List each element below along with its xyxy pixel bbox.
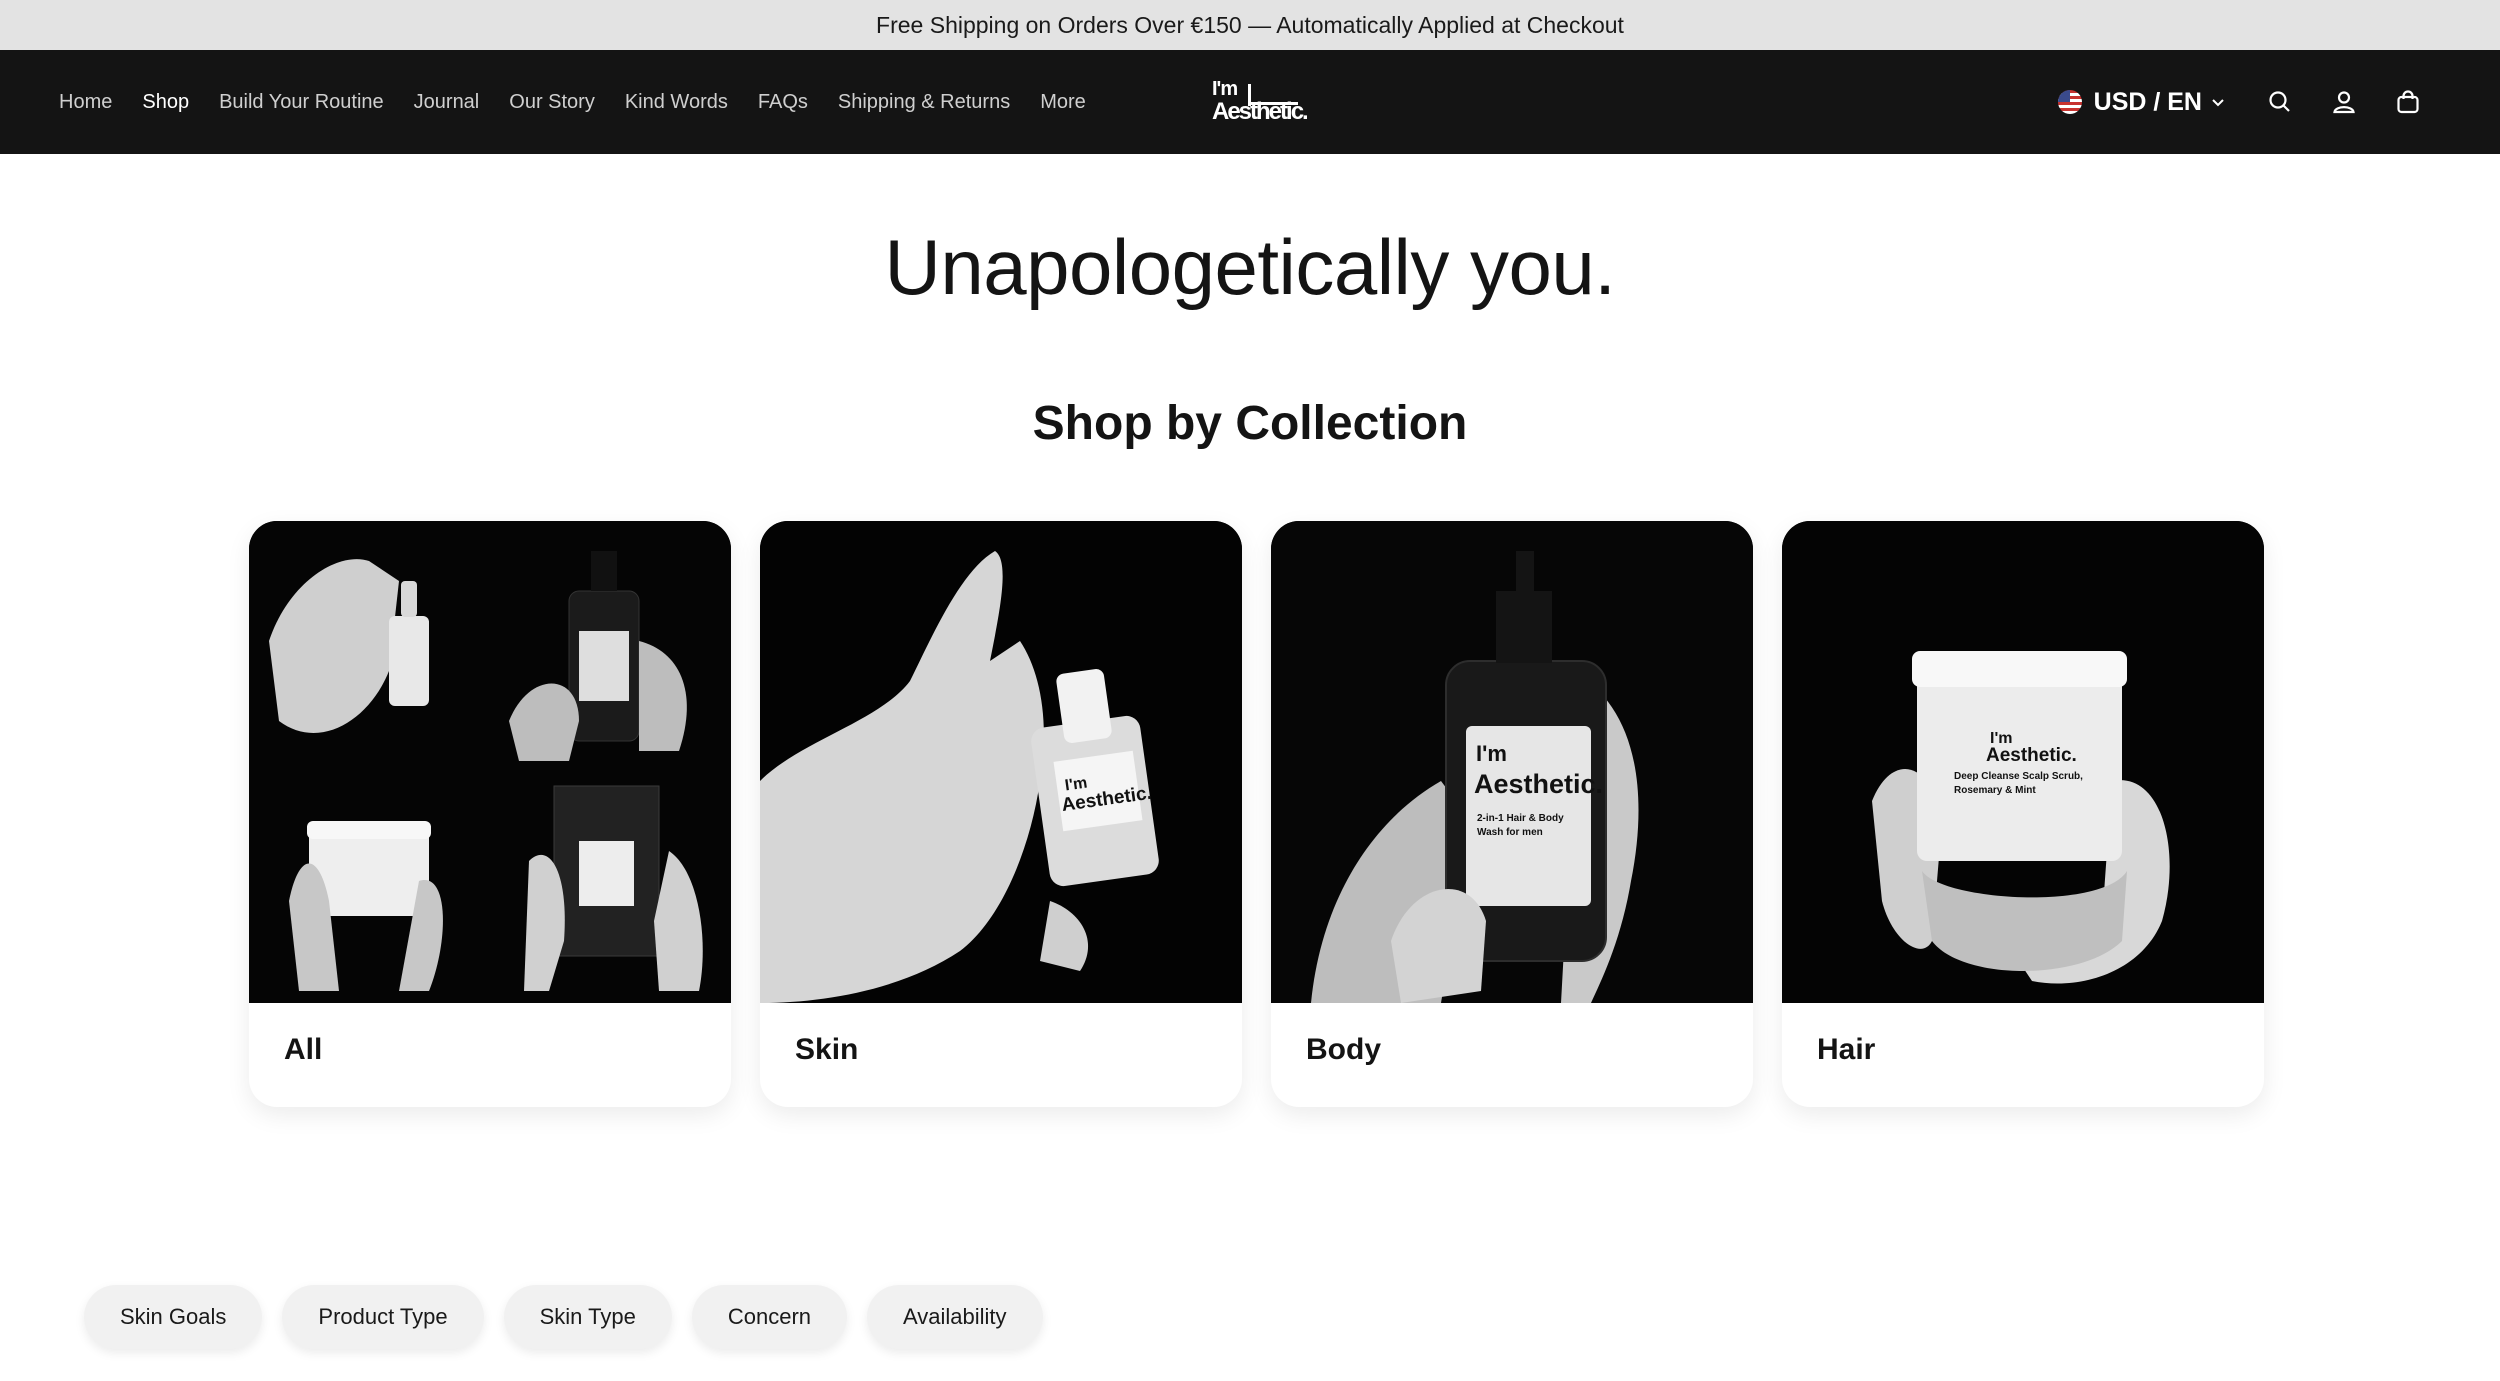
collection-card-skin[interactable]: I'm Aesthetic. Skin xyxy=(760,521,1242,1107)
collection-image-hair: I'm Aesthetic. Deep Cleanse Scalp Scrub,… xyxy=(1782,521,2264,1003)
main-nav: Home Shop Build Your Routine Journal Our… xyxy=(59,50,1116,154)
cart-icon xyxy=(2397,90,2419,114)
nav-item-more[interactable]: More xyxy=(1040,91,1086,114)
hero-title: Unapologetically you. xyxy=(884,223,1616,311)
collection-label-hair: Hair xyxy=(1817,1033,1876,1066)
search-button[interactable] xyxy=(2248,72,2312,132)
svg-text:I'm: I'm xyxy=(1476,741,1507,766)
currency-language-selector[interactable]: USD / EN xyxy=(2057,87,2226,117)
filter-bar: Skin Goals Product Type Skin Type Concer… xyxy=(84,1285,1063,1349)
announcement-text: Free Shipping on Orders Over €150 — Auto… xyxy=(876,11,1624,38)
collection-image-body: I'm Aesthetic. 2-in-1 Hair & Body Wash f… xyxy=(1271,521,1753,1003)
nav-item-kind-words[interactable]: Kind Words xyxy=(625,91,728,114)
filter-availability[interactable]: Availability xyxy=(867,1285,1043,1349)
us-flag-icon xyxy=(2057,90,2082,114)
cart-button[interactable] xyxy=(2376,72,2440,132)
bottle-text-1: 2-in-1 Hair & Body xyxy=(1477,813,1564,824)
account-icon xyxy=(2333,91,2355,114)
collection-image-skin: I'm Aesthetic. xyxy=(760,521,1242,1003)
nav-item-shop[interactable]: Shop xyxy=(142,91,189,114)
filter-skin-type[interactable]: Skin Type xyxy=(503,1285,672,1349)
account-button[interactable] xyxy=(2312,72,2376,132)
search-icon xyxy=(2269,91,2290,112)
locale-label: USD / EN xyxy=(2093,87,2202,116)
svg-text:Aesthetic.: Aesthetic. xyxy=(1986,745,2077,766)
filter-concern[interactable]: Concern xyxy=(691,1285,847,1349)
svg-text:Aesthetic.: Aesthetic. xyxy=(1474,769,1603,799)
nav-item-home[interactable]: Home xyxy=(59,91,112,114)
collection-label-body: Body xyxy=(1306,1033,1381,1066)
collection-label-skin: Skin xyxy=(795,1033,859,1066)
filter-skin-goals[interactable]: Skin Goals xyxy=(84,1285,263,1349)
nav-item-shipping-returns[interactable]: Shipping & Returns xyxy=(838,91,1010,114)
brand-logo[interactable]: I'm Aesthetic. xyxy=(1212,78,1309,125)
nav-item-build-your-routine[interactable]: Build Your Routine xyxy=(219,91,384,114)
announcement-bar: Free Shipping on Orders Over €150 — Auto… xyxy=(0,0,2500,50)
jar-text-2: Rosemary & Mint xyxy=(1954,785,2036,796)
collection-label-all: All xyxy=(284,1033,323,1066)
collection-card-body[interactable]: I'm Aesthetic. 2-in-1 Hair & Body Wash f… xyxy=(1271,521,1753,1107)
collection-card-hair[interactable]: I'm Aesthetic. Deep Cleanse Scalp Scrub,… xyxy=(1782,521,2264,1107)
nav-item-faqs[interactable]: FAQs xyxy=(758,91,808,114)
bottle-text-2: Wash for men xyxy=(1477,827,1543,838)
nav-item-our-story[interactable]: Our Story xyxy=(509,91,595,114)
collections-title: Shop by Collection xyxy=(1032,397,1468,450)
site-header: Home Shop Build Your Routine Journal Our… xyxy=(0,50,2500,154)
nav-item-journal[interactable]: Journal xyxy=(414,91,480,114)
chevron-down-icon xyxy=(2212,99,2224,107)
collection-card-all[interactable]: All xyxy=(249,521,731,1107)
header-tools: USD / EN xyxy=(2057,50,2440,154)
logo-line-2: Aesthetic. xyxy=(1212,98,1309,125)
filter-product-type[interactable]: Product Type xyxy=(282,1285,484,1349)
jar-text-1: Deep Cleanse Scalp Scrub, xyxy=(1954,771,2083,782)
collection-image-all xyxy=(249,521,731,1003)
